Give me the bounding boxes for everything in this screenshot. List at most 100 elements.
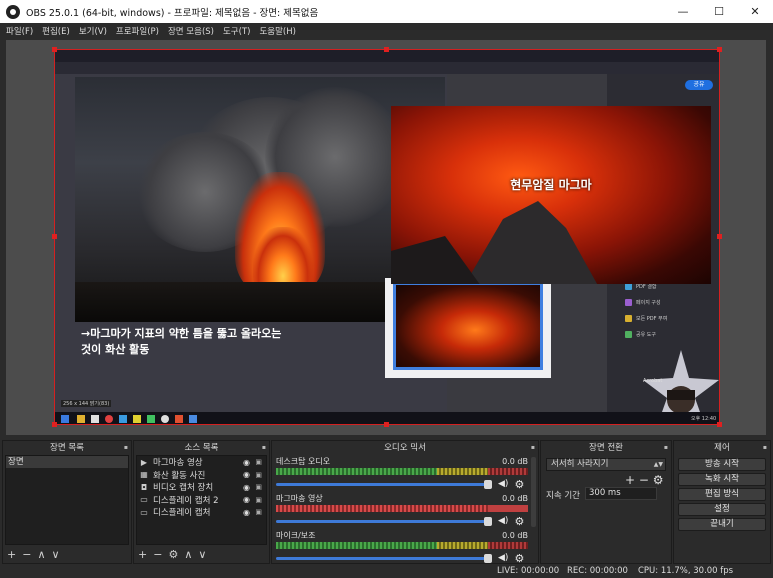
lock-icon[interactable]: ▣ — [255, 458, 262, 466]
acrobat-label: Acrobat — [643, 378, 663, 384]
resize-handle[interactable] — [717, 47, 722, 52]
duration-input[interactable]: 300 ms — [585, 487, 657, 500]
source-item[interactable]: ▭ 디스플레이 캡처 2 ◉ ▣ — [137, 494, 266, 507]
gear-icon[interactable]: ⚙ — [514, 552, 524, 565]
lock-icon[interactable]: ▣ — [255, 483, 262, 491]
resize-handle[interactable] — [384, 422, 389, 427]
gear-icon[interactable]: ⚙ — [514, 478, 524, 491]
gear-icon[interactable]: ⚙ — [514, 515, 524, 528]
speaker-icon[interactable]: ◀) — [498, 479, 508, 489]
scene-item[interactable]: 장면 — [6, 456, 128, 468]
visibility-eye-icon[interactable]: ◉ — [243, 483, 250, 492]
mixer-channel: 마이크/보조 0.0 dB ◀) ⚙ — [276, 531, 528, 565]
resize-handle[interactable] — [384, 47, 389, 52]
speaker-icon[interactable]: ◀) — [498, 516, 508, 526]
sources-footer: + − ⚙ ∧ ∨ — [138, 547, 212, 561]
obs-logo-icon — [6, 4, 20, 19]
add-scene-button[interactable]: + — [7, 548, 16, 561]
resize-handle[interactable] — [52, 47, 57, 52]
add-source-button[interactable]: + — [138, 548, 147, 561]
visibility-eye-icon[interactable]: ◉ — [243, 470, 250, 479]
add-transition-button[interactable]: + — [625, 473, 635, 487]
dock-float-icon[interactable]: ▪ — [763, 441, 767, 455]
menu-edit[interactable]: 편집(E) — [42, 25, 70, 37]
lock-icon[interactable]: ▣ — [255, 496, 262, 504]
maximize-button[interactable]: ☐ — [701, 0, 737, 23]
scenes-footer: + − ∧ ∨ — [7, 547, 66, 561]
volume-slider-handle[interactable] — [484, 479, 492, 489]
channel-db: 0.0 dB — [502, 531, 528, 540]
exit-button[interactable]: 끝내기 — [678, 518, 766, 531]
dock-float-icon[interactable]: ▪ — [664, 441, 668, 455]
remove-source-button[interactable]: − — [153, 548, 162, 561]
volume-slider[interactable] — [276, 553, 492, 563]
sign-icon — [625, 314, 632, 322]
studio-mode-button[interactable]: 편집 방식 — [678, 488, 766, 501]
magma-photo: 현무암질 마그마 — [391, 106, 711, 284]
menu-help[interactable]: 도움말(H) — [259, 25, 295, 37]
volume-slider[interactable] — [276, 516, 492, 526]
source-item[interactable]: ▭ 디스플레이 캡처 ◉ ▣ — [137, 506, 266, 519]
remove-scene-button[interactable]: − — [22, 548, 31, 561]
chevron-updown-icon: ▲▼ — [653, 461, 663, 468]
dock-float-icon[interactable]: ▪ — [124, 441, 128, 455]
start-recording-button[interactable]: 녹화 시작 — [678, 473, 766, 486]
move-scene-up-button[interactable]: ∧ — [37, 548, 45, 561]
mixer-channel: 마그마송 영상 0.0 dB ◀) ⚙ — [276, 494, 528, 528]
resize-handle[interactable] — [717, 422, 722, 427]
captured-side-tools: PDF 결합 페이지 구성 모든 PDF 부여 공유 도구 — [625, 278, 719, 342]
transition-settings-gear-icon[interactable]: ⚙ — [653, 473, 664, 487]
menu-tools[interactable]: 도구(T) — [223, 25, 250, 37]
visibility-eye-icon[interactable]: ◉ — [243, 508, 250, 517]
close-button[interactable]: ✕ — [737, 0, 773, 23]
move-source-up-button[interactable]: ∧ — [184, 548, 192, 561]
resize-handle[interactable] — [52, 234, 57, 239]
speaker-icon[interactable]: ◀) — [498, 553, 508, 563]
menu-file[interactable]: 파일(F) — [6, 25, 33, 37]
visibility-eye-icon[interactable]: ◉ — [243, 458, 250, 467]
transition-select[interactable]: 서서히 사라지기 ▲▼ — [546, 458, 666, 471]
dock-float-icon[interactable]: ▪ — [262, 441, 266, 455]
resize-handle[interactable] — [717, 234, 722, 239]
menu-profile[interactable]: 프로파일(P) — [116, 25, 159, 37]
scenes-dock: 장면 목록 ▪ 장면 + − ∧ ∨ — [2, 440, 132, 564]
channel-db: 0.0 dB — [502, 494, 528, 503]
obs-taskbar-icon — [161, 415, 169, 423]
source-item[interactable]: ▦ 화산 활동 사진 ◉ ▣ — [137, 469, 266, 482]
move-source-down-button[interactable]: ∨ — [198, 548, 206, 561]
menu-bar: 파일(F) 편집(E) 보기(V) 프로파일(P) 장면 모음(S) 도구(T)… — [0, 23, 773, 39]
menu-view[interactable]: 보기(V) — [79, 25, 107, 37]
move-scene-down-button[interactable]: ∨ — [52, 548, 60, 561]
lock-icon[interactable]: ▣ — [255, 471, 262, 479]
app-icon — [175, 415, 183, 423]
cpu-fps: CPU: 11.7%, 30.00 fps — [638, 566, 734, 576]
preview-canvas[interactable]: 공유 PDF 결합 페이지 구성 모든 PDF 부여 공유 도구 →마그마가 지… — [54, 49, 720, 425]
lock-icon[interactable]: ▣ — [255, 508, 262, 516]
mixer-scrollbar[interactable] — [531, 457, 536, 527]
volume-slider-handle[interactable] — [484, 553, 492, 563]
visibility-eye-icon[interactable]: ◉ — [243, 495, 250, 504]
menu-scene-collection[interactable]: 장면 모음(S) — [168, 25, 214, 37]
preview-area[interactable]: 공유 PDF 결합 페이지 구성 모든 PDF 부여 공유 도구 →마그마가 지… — [6, 40, 766, 435]
volume-slider-handle[interactable] — [484, 516, 492, 526]
source-item[interactable]: ▶ 마그마송 영상 ◉ ▣ — [137, 456, 266, 469]
window-title: OBS 25.0.1 (64-bit, windows) - 프로파일: 제목없… — [26, 7, 319, 19]
captured-app-toolbar — [55, 62, 719, 74]
minimize-button[interactable]: — — [665, 0, 701, 23]
start-streaming-button[interactable]: 방송 시작 — [678, 458, 766, 471]
volume-slider[interactable] — [276, 479, 492, 489]
sources-dock: 소스 목록 ▪ ▶ 마그마송 영상 ◉ ▣ ▦ 화산 활동 사진 ◉ ▣ ◘ 비디오 캡처 장치… — [133, 440, 270, 564]
sources-list[interactable]: ▶ 마그마송 영상 ◉ ▣ ▦ 화산 활동 사진 ◉ ▣ ◘ 비디오 캡처 장치 ◉ ▣ ▭ 디스플… — [136, 455, 267, 545]
volume-meter — [276, 505, 528, 512]
resize-handle[interactable] — [52, 422, 57, 427]
settings-button[interactable]: 설정 — [678, 503, 766, 516]
rec-time: REC: 00:00:00 — [567, 566, 628, 576]
dock-float-icon[interactable]: ▪ — [531, 441, 535, 455]
window-controls: — ☐ ✕ — [665, 0, 773, 23]
source-properties-button[interactable]: ⚙ — [168, 548, 178, 561]
source-item[interactable]: ◘ 비디오 캡처 장치 ◉ ▣ — [137, 481, 266, 494]
caption-text: →마그마가 지표의 약한 틈을 뚫고 올라오는 것이 화산 활동 — [81, 327, 282, 356]
remove-transition-button[interactable]: − — [639, 473, 649, 487]
channel-name: 마그마송 영상 — [276, 494, 323, 503]
scenes-list[interactable]: 장면 — [5, 455, 129, 545]
